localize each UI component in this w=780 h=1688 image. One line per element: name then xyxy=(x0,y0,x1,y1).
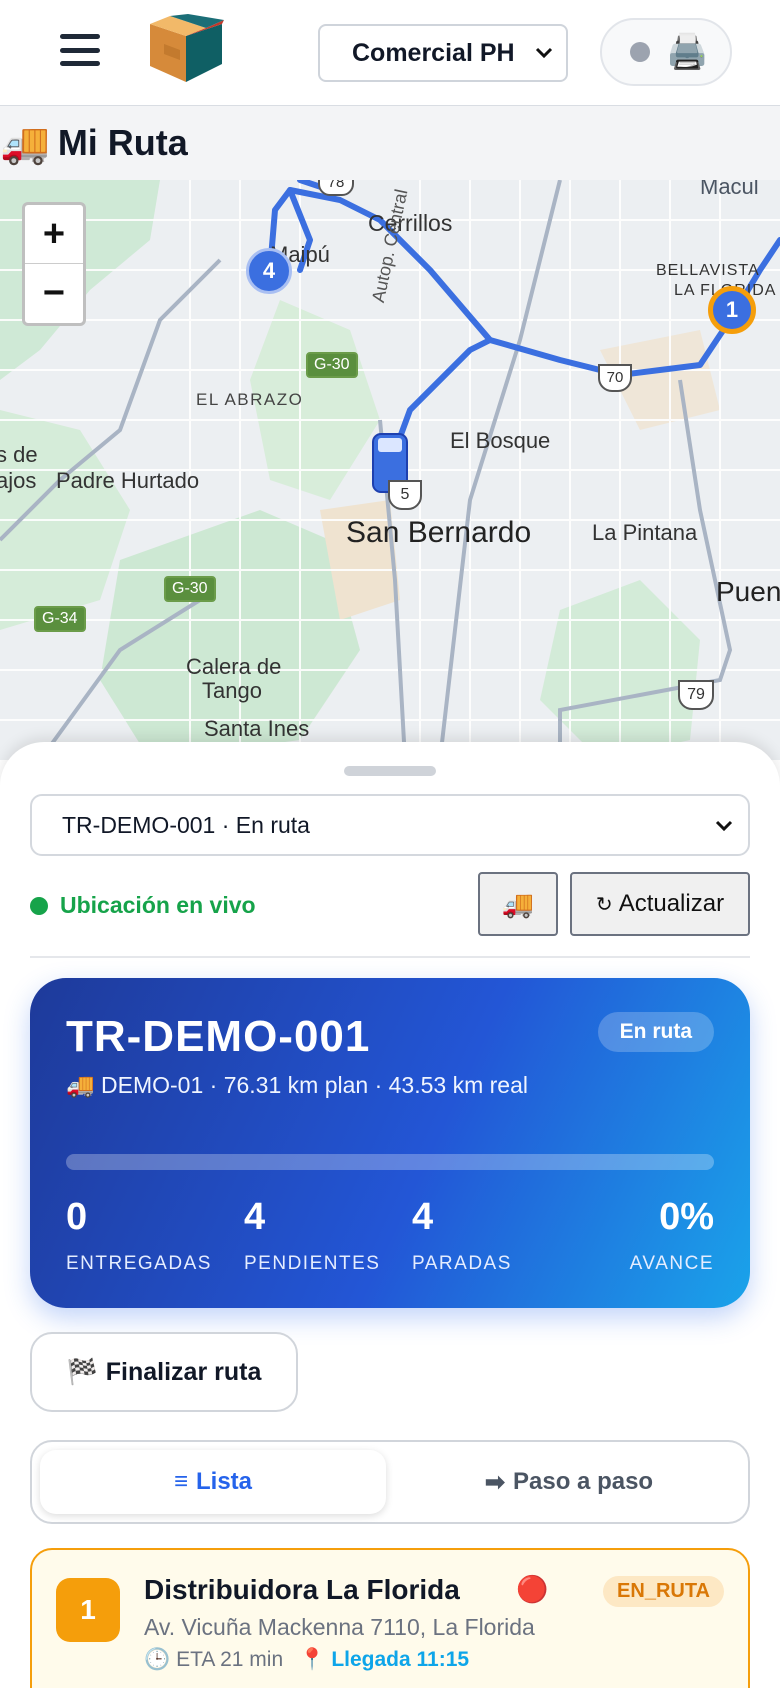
live-status-dot xyxy=(30,896,48,915)
map-label-la-pintana: La Pintana xyxy=(592,520,698,545)
stat-value: 4 xyxy=(244,1196,266,1238)
refresh-label: Actualizar xyxy=(618,890,725,917)
stat-value: 0% xyxy=(659,1196,714,1238)
map-label-el-bosque: El Bosque xyxy=(450,428,551,453)
road-shield-79: 79 xyxy=(678,680,714,710)
live-location-indicator: Ubicación en vivo xyxy=(30,892,256,919)
tab-step-label: Paso a paso xyxy=(513,1468,654,1495)
tab-list[interactable]: ≡ Lista xyxy=(40,1450,386,1514)
road-shield-70: 70 xyxy=(598,364,632,392)
list-icon: ≡ xyxy=(173,1468,188,1495)
stat-progress: 0% AVANCE xyxy=(630,1196,714,1275)
view-mode-tabs: ≡ Lista ➡ Paso a paso xyxy=(30,1440,750,1524)
stop-name: Distribuidora La Florida xyxy=(144,1574,460,1605)
finish-route-label: Finalizar ruta xyxy=(105,1357,262,1386)
refresh-button[interactable]: ↻ Actualizar xyxy=(570,872,750,936)
live-location-label: Ubicación en vivo xyxy=(60,892,256,918)
road-shield-g30: G-30 xyxy=(306,352,358,378)
map-label-cerrillos: Cerrillos xyxy=(368,210,453,236)
road-shield-g30-south: G-30 xyxy=(164,576,216,602)
route-code: TR-DEMO-001 xyxy=(66,1012,371,1061)
red-circle-icon: 🔴 xyxy=(516,1574,549,1604)
bottom-sheet: TR-DEMO-001 · En ruta Ubicación en vivo … xyxy=(0,742,780,1688)
road-shield-g34: G-34 xyxy=(34,606,86,632)
map-label-padre-hurtado: Padre Hurtado xyxy=(56,468,200,493)
checkered-flag-icon: 🏁 xyxy=(66,1357,98,1386)
stop-marker-4[interactable]: 4 xyxy=(246,248,292,294)
stop-arrival: Llegada 11:15 xyxy=(331,1648,470,1671)
printer-icon: 🖨️ xyxy=(666,33,709,71)
stop-eta-row: 🕒 ETA 21 min 📍 Llegada 11:15 xyxy=(144,1648,469,1672)
stat-pending: 4 PENDIENTES xyxy=(244,1196,380,1275)
arrow-right-icon: ➡ xyxy=(484,1468,506,1496)
route-select-value: TR-DEMO-001 · En ruta xyxy=(62,811,310,838)
printer-status-dot xyxy=(630,42,650,62)
stat-stops: 4 PARADAS xyxy=(412,1196,512,1275)
stat-label: PARADAS xyxy=(412,1253,512,1274)
stop-card[interactable]: 1 Distribuidora La Florida 🔴 EN_RUTA Av.… xyxy=(30,1548,750,1688)
center-truck-button[interactable]: 🚚 xyxy=(478,872,558,936)
stat-label: ENTREGADAS xyxy=(66,1253,212,1274)
printer-status-button[interactable]: 🖨️ xyxy=(600,18,732,86)
map-label-calera: Calera de xyxy=(186,654,282,679)
map-label-santa-ines: Santa Ines xyxy=(204,716,310,741)
route-map[interactable]: Macul Cerrillos Maipú BELLAVISTA LA FLOR… xyxy=(0,180,780,760)
company-select[interactable]: Comercial PH xyxy=(318,24,568,82)
page-title-bar: 🚚 Mi Ruta xyxy=(0,106,780,180)
route-progress-bar xyxy=(66,1154,714,1170)
tab-step-by-step[interactable]: ➡ Paso a paso xyxy=(396,1450,742,1514)
truck-icon: 🚚 xyxy=(501,888,535,919)
app-header: Comercial PH 🖨️ xyxy=(0,0,780,106)
box-logo-icon xyxy=(150,14,224,82)
map-label-puente: Puen xyxy=(716,576,780,607)
chevron-down-icon xyxy=(715,820,733,832)
sheet-drag-handle[interactable] xyxy=(344,766,436,776)
road-shield-5: 5 xyxy=(388,480,422,510)
map-label-bellavista: BELLAVISTA xyxy=(656,262,760,279)
route-summary-card: TR-DEMO-001 En ruta 🚚 DEMO-01 · 76.31 km… xyxy=(30,978,750,1308)
chevron-down-icon xyxy=(535,47,553,59)
map-zoom-control: + − xyxy=(22,202,86,326)
route-meta: 🚚 DEMO-01 · 76.31 km plan · 43.53 km rea… xyxy=(66,1072,528,1098)
stop-status-badge: EN_RUTA xyxy=(603,1576,724,1607)
stat-value: 0 xyxy=(66,1196,88,1238)
route-status-badge: En ruta xyxy=(597,1012,714,1052)
refresh-icon: ↻ xyxy=(595,893,613,916)
zoom-out-button[interactable]: − xyxy=(25,264,83,323)
stat-delivered: 0 ENTREGADAS xyxy=(66,1196,212,1275)
road-shield-78: 78 xyxy=(318,180,354,196)
stop-eta: ETA 21 min xyxy=(176,1648,284,1671)
location-pin-icon: 📍 xyxy=(299,1648,326,1671)
stat-value: 4 xyxy=(412,1196,434,1238)
stop-marker-1[interactable]: 1 xyxy=(708,286,756,334)
truck-icon: 🚚 xyxy=(0,121,50,166)
finish-route-button[interactable]: 🏁 Finalizar ruta xyxy=(30,1332,298,1412)
map-label-s-de: s de xyxy=(0,442,38,467)
route-select[interactable]: TR-DEMO-001 · En ruta xyxy=(30,794,750,856)
map-label-san-bernardo: San Bernardo xyxy=(346,516,532,549)
map-label-macul: Macul xyxy=(700,180,759,199)
company-select-value: Comercial PH xyxy=(352,38,515,67)
map-label-tango: Tango xyxy=(202,678,262,703)
map-label-ajos: ajos xyxy=(0,468,37,493)
tab-list-label: Lista xyxy=(196,1468,253,1495)
divider xyxy=(30,956,750,958)
map-label-el-abrazo: EL ABRAZO xyxy=(196,390,304,409)
menu-icon[interactable] xyxy=(60,34,100,66)
page-title: Mi Ruta xyxy=(57,122,188,163)
stop-address: Av. Vicuña Mackenna 7110, La Florida xyxy=(144,1614,535,1640)
stat-label: AVANCE xyxy=(629,1253,714,1274)
zoom-in-button[interactable]: + xyxy=(25,205,83,264)
clock-icon: 🕒 xyxy=(144,1648,171,1671)
stop-number: 1 xyxy=(56,1578,120,1642)
stat-label: PENDIENTES xyxy=(244,1253,381,1274)
